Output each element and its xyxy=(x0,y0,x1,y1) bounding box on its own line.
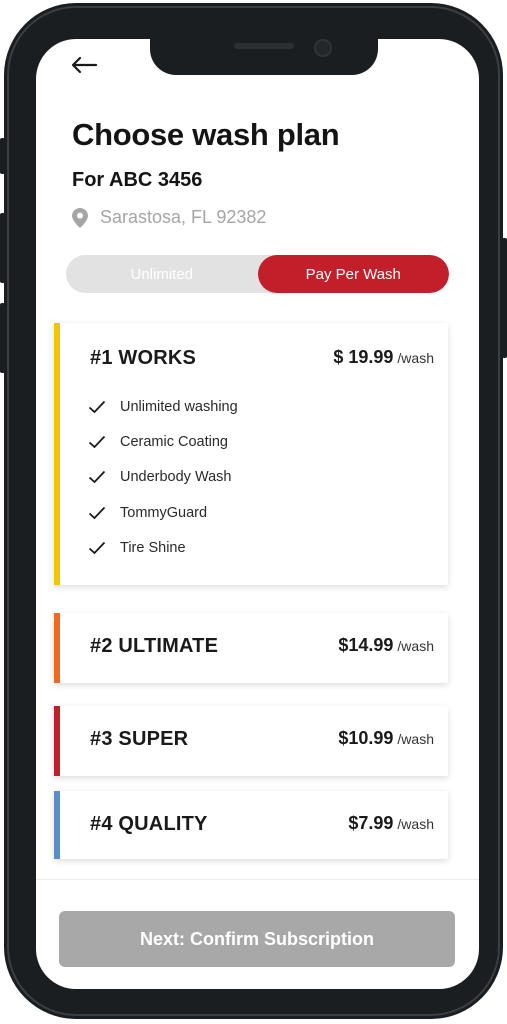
arrow-left-icon xyxy=(71,56,98,74)
plan-card-super[interactable]: #3 SUPER $10.99 /wash xyxy=(54,706,448,776)
location-row: Sarastosa, FL 92382 xyxy=(72,207,266,228)
check-icon xyxy=(88,471,106,484)
toggle-pay-per-wash[interactable]: Pay Per Wash xyxy=(257,255,449,293)
device-notch xyxy=(150,39,378,75)
check-icon xyxy=(88,506,106,519)
plan-card-ultimate[interactable]: #2 ULTIMATE $14.99 /wash xyxy=(54,613,448,683)
plan-price-amount: $ 19.99 xyxy=(333,347,394,367)
plan-price-unit: /wash xyxy=(397,350,434,366)
mute-switch xyxy=(0,138,5,174)
location-text: Sarastosa, FL 92382 xyxy=(100,207,267,227)
plan-name: #1 WORKS xyxy=(90,347,197,369)
page-title: Choose wash plan xyxy=(72,117,340,152)
plan-accent-bar xyxy=(54,791,60,859)
plan-accent-bar xyxy=(54,323,60,585)
plan-feature-list: Unlimited washing Ceramic Coating Underb… xyxy=(88,389,238,565)
feature-label: Ceramic Coating xyxy=(120,433,228,450)
plan-price: $14.99 /wash xyxy=(338,635,434,656)
confirm-subscription-button[interactable]: Next: Confirm Subscription xyxy=(59,911,455,967)
check-icon xyxy=(88,541,106,555)
feature-label: Tire Shine xyxy=(120,539,186,556)
check-icon xyxy=(88,435,106,449)
toggle-unlimited[interactable]: Unlimited xyxy=(66,255,258,293)
list-item: TommyGuard xyxy=(88,495,238,530)
plan-price: $ 19.99 /wash xyxy=(333,347,434,368)
plan-price-amount: $14.99 xyxy=(338,635,394,655)
phone-frame: Choose wash plan For ABC 3456 Sarastosa,… xyxy=(0,3,507,1019)
plan-name: #3 SUPER xyxy=(90,728,189,750)
plan-price-unit: /wash xyxy=(397,731,434,747)
check-icon xyxy=(88,400,106,413)
list-item: Ceramic Coating xyxy=(88,424,238,459)
list-item: Tire Shine xyxy=(88,530,238,565)
map-pin-icon xyxy=(72,207,88,228)
plan-name: #2 ULTIMATE xyxy=(90,635,219,657)
footer-divider xyxy=(36,879,479,880)
feature-label: Unlimited washing xyxy=(120,398,238,415)
power-button xyxy=(502,238,507,358)
feature-label: Underbody Wash xyxy=(120,469,232,486)
volume-up-button xyxy=(0,213,5,283)
back-button[interactable] xyxy=(70,55,98,75)
list-item: Unlimited washing xyxy=(88,389,238,424)
speaker-grille xyxy=(234,43,294,49)
plan-card-works[interactable]: #1 WORKS $ 19.99 /wash Unlimited washing… xyxy=(54,323,448,585)
plan-price: $7.99 /wash xyxy=(348,813,434,834)
plan-price-unit: /wash xyxy=(397,638,434,654)
volume-down-button xyxy=(0,303,5,373)
plan-accent-bar xyxy=(54,613,60,683)
list-item: Underbody Wash xyxy=(88,460,238,495)
front-camera xyxy=(314,39,332,57)
feature-label: TommyGuard xyxy=(120,504,208,521)
plan-card-quality[interactable]: #4 QUALITY $7.99 /wash xyxy=(54,791,448,859)
vehicle-plate: For ABC 3456 xyxy=(72,169,203,191)
plan-type-toggle: Unlimited Pay Per Wash xyxy=(66,255,449,293)
plan-accent-bar xyxy=(54,706,60,776)
plan-price: $10.99 /wash xyxy=(338,728,434,749)
app-screen: Choose wash plan For ABC 3456 Sarastosa,… xyxy=(36,39,479,989)
plan-price-amount: $7.99 xyxy=(348,813,394,833)
plan-name: #4 QUALITY xyxy=(90,813,208,835)
plan-price-unit: /wash xyxy=(397,816,434,832)
plan-price-amount: $10.99 xyxy=(338,728,394,748)
